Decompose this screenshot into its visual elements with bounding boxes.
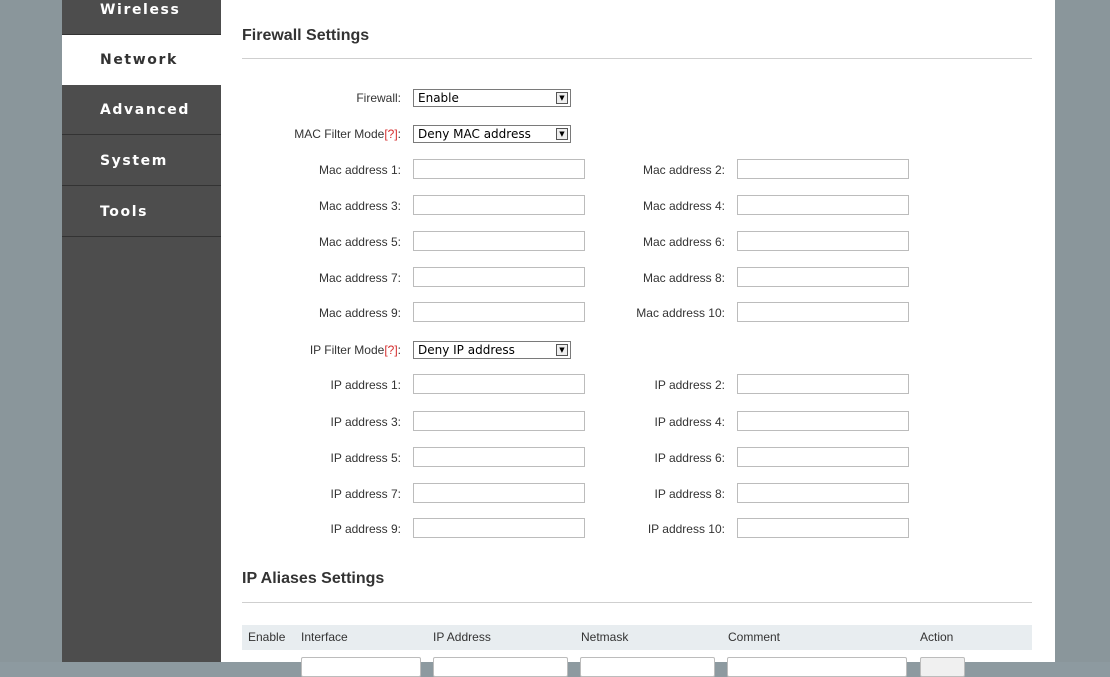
mac-address-10-input[interactable] bbox=[737, 302, 909, 322]
interface-select[interactable] bbox=[301, 657, 421, 677]
mac-address-8-input[interactable] bbox=[737, 267, 909, 287]
chevron-down-icon[interactable]: ▼ bbox=[556, 344, 568, 356]
ip-filter-mode-select[interactable]: Deny IP address ▼ bbox=[413, 341, 571, 359]
ip-address-7-label: IP address 7: bbox=[330, 487, 402, 501]
ip-aliases-title: IP Aliases Settings bbox=[242, 570, 385, 587]
ip-address-1-label: IP address 1: bbox=[330, 378, 402, 392]
alias-comment-input[interactable] bbox=[727, 657, 907, 677]
page-margin-right bbox=[1055, 0, 1110, 662]
sidebar-item-tools[interactable]: Tools bbox=[62, 187, 221, 237]
mac-address-9-label: Mac address 9: bbox=[318, 306, 401, 320]
mac-address-1-label: Mac address 1: bbox=[318, 163, 401, 177]
firewall-settings-title: Firewall Settings bbox=[242, 27, 370, 44]
ip-aliases-table-header: Enable Interface IP Address Netmask Comm… bbox=[242, 625, 1032, 650]
ip-filter-mode-label: IP Filter Mode[?]: bbox=[221, 343, 401, 357]
mac-address-4-label: Mac address 4: bbox=[642, 199, 725, 213]
ip-filter-mode-text: IP Filter Mode bbox=[309, 343, 385, 357]
ip-address-10-label: IP address 10: bbox=[647, 522, 725, 536]
section-divider bbox=[242, 602, 1032, 603]
mac-filter-mode-text: MAC Filter Mode bbox=[294, 127, 385, 141]
mac-address-2-input[interactable] bbox=[737, 159, 909, 179]
ip-address-4-label: IP address 4: bbox=[654, 415, 726, 429]
page-margin-left bbox=[0, 0, 62, 662]
column-enable: Enable bbox=[248, 630, 286, 644]
chevron-down-icon[interactable]: ▼ bbox=[556, 128, 568, 140]
alias-ip-input[interactable] bbox=[433, 657, 568, 677]
alias-netmask-input[interactable] bbox=[580, 657, 715, 677]
mac-filter-mode-select[interactable]: Deny MAC address ▼ bbox=[413, 125, 571, 143]
ip-address-10-input[interactable] bbox=[737, 518, 909, 538]
mac-address-2-label: Mac address 2: bbox=[642, 163, 725, 177]
mac-address-7-label: Mac address 7: bbox=[318, 271, 401, 285]
column-ip-address: IP Address bbox=[433, 630, 491, 644]
section-divider bbox=[242, 58, 1032, 59]
mac-address-10-label: Mac address 10: bbox=[636, 306, 725, 320]
column-interface: Interface bbox=[301, 630, 348, 644]
label-colon: : bbox=[397, 127, 401, 141]
ip-address-9-label: IP address 9: bbox=[330, 522, 402, 536]
mac-address-4-input[interactable] bbox=[737, 195, 909, 215]
mac-address-5-label: Mac address 5: bbox=[318, 235, 401, 249]
firewall-select[interactable]: Enable ▼ bbox=[413, 89, 571, 107]
ip-address-5-label: IP address 5: bbox=[330, 451, 402, 465]
firewall-label: Firewall: bbox=[356, 91, 401, 105]
mac-address-6-input[interactable] bbox=[737, 231, 909, 251]
mac-address-3-label: Mac address 3: bbox=[318, 199, 401, 213]
ip-address-8-label: IP address 8: bbox=[654, 487, 726, 501]
sidebar-item-network[interactable]: Network bbox=[62, 35, 221, 85]
ip-address-4-input[interactable] bbox=[737, 411, 909, 431]
column-netmask: Netmask bbox=[581, 630, 629, 644]
chevron-down-icon[interactable]: ▼ bbox=[556, 92, 568, 104]
mac-filter-help-link[interactable]: [?] bbox=[384, 127, 397, 141]
ip-address-2-input[interactable] bbox=[737, 374, 909, 394]
mac-filter-mode-label: MAC Filter Mode[?]: bbox=[221, 127, 401, 141]
main-content: Firewall Settings Firewall: Enable ▼ MAC… bbox=[221, 0, 1055, 677]
sidebar: Wireless Network Advanced System Tools bbox=[62, 0, 221, 662]
ip-address-8-input[interactable] bbox=[737, 483, 909, 503]
mac-filter-mode-value: Deny MAC address bbox=[418, 127, 531, 141]
firewall-select-value: Enable bbox=[418, 91, 459, 105]
ip-address-6-label: IP address 6: bbox=[654, 451, 726, 465]
ip-filter-help-link[interactable]: [?] bbox=[384, 343, 397, 357]
mac-address-8-label: Mac address 8: bbox=[642, 271, 725, 285]
label-colon: : bbox=[397, 343, 401, 357]
sidebar-item-wireless[interactable]: Wireless bbox=[62, 0, 221, 35]
mac-address-6-label: Mac address 6: bbox=[642, 235, 725, 249]
ip-address-3-label: IP address 3: bbox=[330, 415, 402, 429]
ip-filter-mode-value: Deny IP address bbox=[418, 343, 515, 357]
column-action: Action bbox=[920, 630, 954, 644]
add-alias-button[interactable] bbox=[920, 657, 965, 677]
ip-address-6-input[interactable] bbox=[737, 447, 909, 467]
sidebar-item-system[interactable]: System bbox=[62, 136, 221, 186]
ip-address-2-label: IP address 2: bbox=[654, 378, 726, 392]
sidebar-item-advanced[interactable]: Advanced bbox=[62, 85, 221, 135]
column-comment: Comment bbox=[728, 630, 781, 644]
